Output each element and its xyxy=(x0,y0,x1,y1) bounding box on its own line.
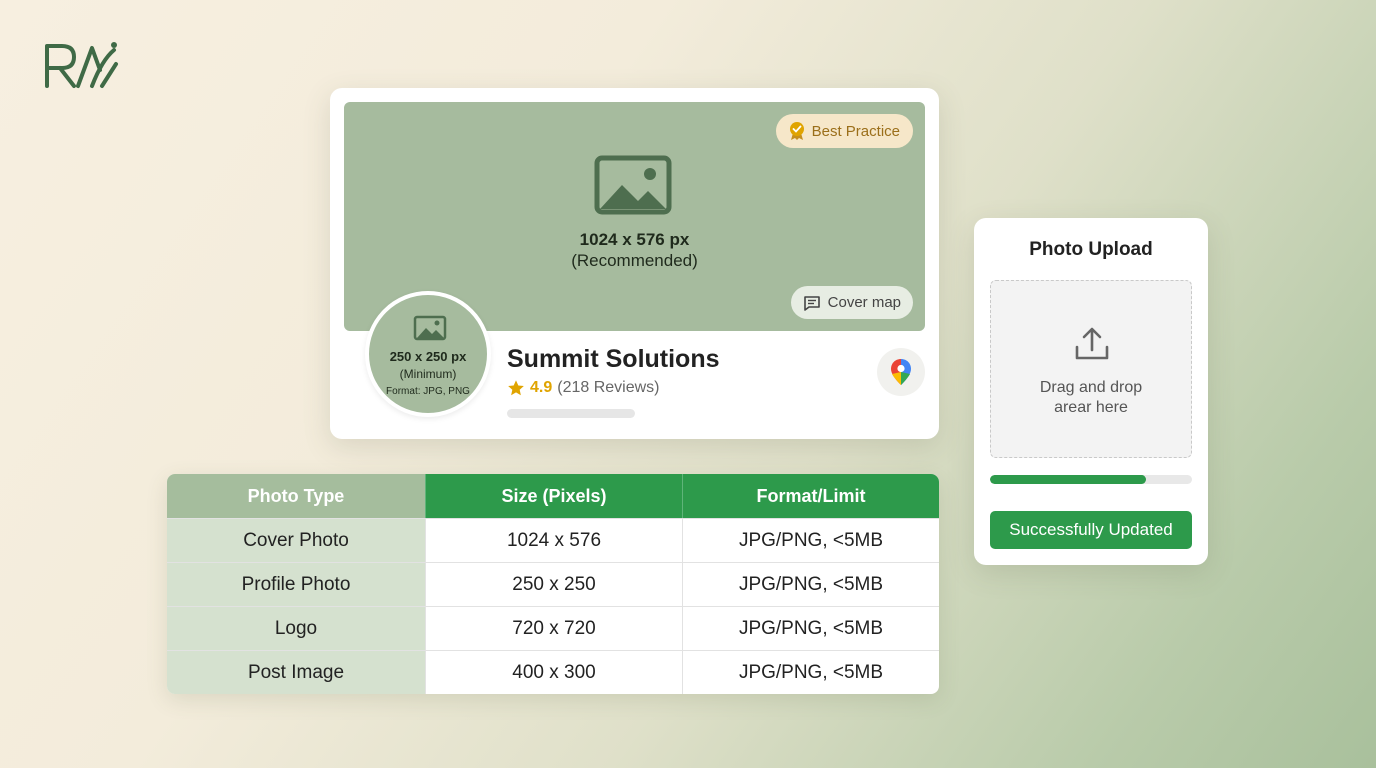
table-cell-format: JPG/PNG, <5MB xyxy=(682,607,939,650)
image-placeholder-icon xyxy=(413,315,447,341)
table-header-row: Photo Type Size (Pixels) Format/Limit xyxy=(167,474,939,518)
table-cell-type: Profile Photo xyxy=(167,563,425,606)
drop-text-line-2: arear here xyxy=(1054,399,1128,416)
cover-map-label: Cover map xyxy=(827,294,901,311)
drop-instructions: Drag and drop arear here xyxy=(991,378,1191,418)
header-format: Format/Limit xyxy=(682,474,939,518)
table-cell-format: JPG/PNG, <5MB xyxy=(682,563,939,606)
table-cell-format: JPG/PNG, <5MB xyxy=(682,651,939,694)
cover-size-label: 1024 x 576 px xyxy=(579,230,690,249)
table-cell-size: 720 x 720 xyxy=(425,607,682,650)
star-icon xyxy=(508,380,524,396)
placeholder-bar xyxy=(507,409,635,418)
comment-icon xyxy=(803,295,820,311)
table-row: Cover Photo 1024 x 576 JPG/PNG, <5MB xyxy=(167,518,939,562)
table-row: Post Image 400 x 300 JPG/PNG, <5MB xyxy=(167,650,939,694)
table-cell-size: 1024 x 576 xyxy=(425,519,682,562)
cover-recommended-label: (Recommended) xyxy=(571,251,698,270)
profile-photo-avatar[interactable]: 250 x 250 px (Minimum) Format: JPG, PNG xyxy=(365,291,491,417)
avatar-minimum-label: (Minimum) xyxy=(399,367,457,381)
table-cell-format: JPG/PNG, <5MB xyxy=(682,519,939,562)
best-practice-label: Best Practice xyxy=(811,122,900,140)
photo-upload-card: Photo Upload Drag and drop arear here Su… xyxy=(974,218,1208,565)
logo-mark: RA xyxy=(45,42,118,88)
review-count[interactable]: (218 Reviews) xyxy=(557,379,659,397)
business-profile-card: 1024 x 576 px (Recommended) Best Practic… xyxy=(330,88,939,439)
upload-title: Photo Upload xyxy=(1029,239,1153,260)
table-cell-type: Cover Photo xyxy=(167,519,425,562)
cover-map-button[interactable]: Cover map xyxy=(790,286,913,319)
upload-icon xyxy=(1075,327,1109,360)
drop-zone[interactable]: Drag and drop arear here xyxy=(990,280,1192,458)
success-button[interactable]: Successfully Updated xyxy=(990,511,1192,549)
upload-progress-bar xyxy=(990,475,1192,484)
table-cell-size: 250 x 250 xyxy=(425,563,682,606)
photo-size-table: Photo Type Size (Pixels) Format/Limit Co… xyxy=(167,474,939,694)
upload-progress-fill xyxy=(990,475,1146,484)
image-placeholder-icon xyxy=(594,155,672,215)
table-cell-type: Logo xyxy=(167,607,425,650)
award-badge-icon xyxy=(789,122,804,140)
table-row: Logo 720 x 720 JPG/PNG, <5MB xyxy=(167,606,939,650)
table-cell-type: Post Image xyxy=(167,651,425,694)
avatar-format-label: Format: JPG, PNG xyxy=(386,386,470,397)
best-practice-badge: Best Practice xyxy=(775,114,913,148)
rating-row: 4.9 (218 Reviews) xyxy=(507,379,660,397)
header-photo-type: Photo Type xyxy=(167,474,425,518)
rating-value: 4.9 xyxy=(530,379,553,396)
avatar-size-label: 250 x 250 px xyxy=(389,349,467,364)
business-name: Summit Solutions xyxy=(507,345,720,373)
table-cell-size: 400 x 300 xyxy=(425,651,682,694)
header-size: Size (Pixels) xyxy=(425,474,682,518)
map-pin-icon xyxy=(891,359,911,385)
drop-text-line-1: Drag and drop xyxy=(1039,379,1143,396)
table-row: Profile Photo 250 x 250 JPG/PNG, <5MB xyxy=(167,562,939,606)
google-maps-button[interactable] xyxy=(877,348,925,396)
